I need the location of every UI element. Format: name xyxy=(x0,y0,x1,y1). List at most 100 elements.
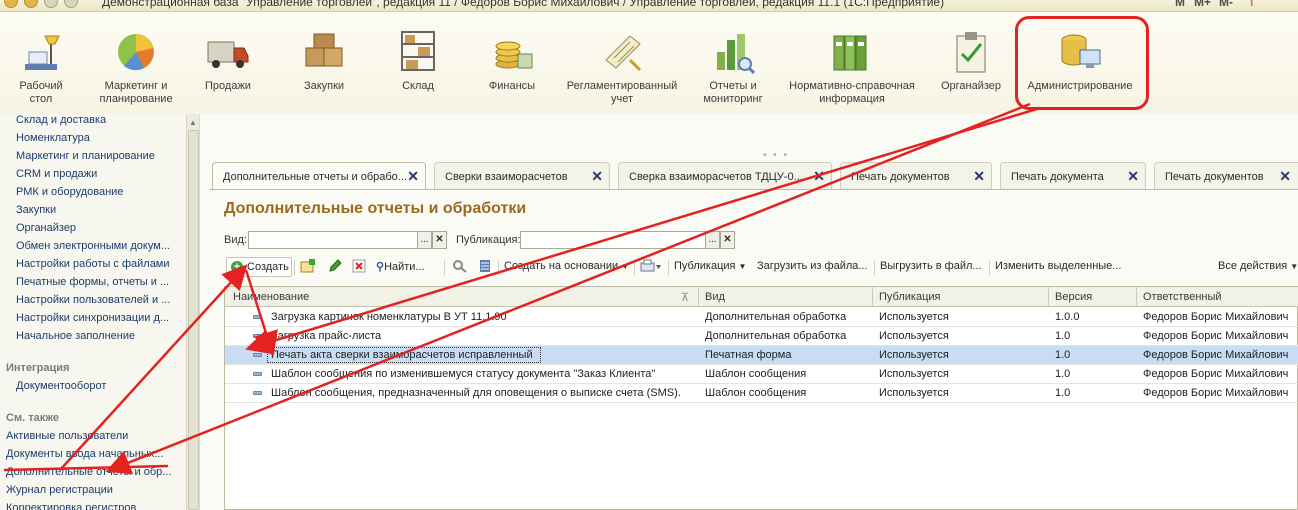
ledger-icon xyxy=(600,30,644,76)
tab-additional-reports[interactable]: Дополнительные отчеты и обрабо... ✕ xyxy=(212,162,426,190)
nav-item-crm[interactable]: CRM и продажи xyxy=(16,168,97,180)
section-regulated-accounting[interactable]: Регламентированный учет xyxy=(560,30,684,106)
see-also-register-adjustment[interactable]: Корректировка регистров xyxy=(6,502,136,510)
column-header-publication[interactable]: Публикация xyxy=(879,291,940,303)
tab-print-document[interactable]: Печать документа ✕ xyxy=(1000,162,1146,190)
filter-kind-clear-button[interactable]: ✕ xyxy=(432,231,447,249)
section-desktop[interactable]: Рабочий стол xyxy=(14,30,68,106)
nav-item-organizer[interactable]: Органайзер xyxy=(16,222,76,234)
nav-item-edi[interactable]: Обмен электронными докум... xyxy=(16,240,170,252)
close-tab-icon[interactable]: ✕ xyxy=(973,168,985,185)
filter-kind-input[interactable] xyxy=(248,231,418,249)
column-separator xyxy=(698,287,699,307)
column-header-version[interactable]: Версия xyxy=(1055,291,1092,303)
all-actions-button[interactable]: Все действия ▼ xyxy=(1218,260,1298,272)
boxes-icon xyxy=(302,30,346,76)
memory-button[interactable]: M xyxy=(1175,0,1185,9)
filter-publication-label: Публикация: xyxy=(456,234,521,246)
nav-item-file-settings[interactable]: Настройки работы с файлами xyxy=(16,258,170,270)
create-based-on-button[interactable]: Создать на основании ▼ xyxy=(504,260,629,272)
nav-item-sync-settings[interactable]: Настройки синхронизации д... xyxy=(16,312,169,324)
section-sales[interactable]: Продажи xyxy=(200,30,256,93)
left-navigation-panel: Склад и доставка Номенклатура Маркетинг … xyxy=(0,114,200,510)
item-status-icon xyxy=(253,372,262,376)
toolbar-separator xyxy=(294,260,295,275)
see-also-event-log[interactable]: Журнал регистрации xyxy=(6,484,113,496)
publication-menu-button[interactable]: Публикация ▼ xyxy=(674,260,746,272)
bar-chart-icon xyxy=(711,30,756,76)
section-organizer[interactable]: Органайзер xyxy=(936,30,1006,93)
find-button[interactable]: ⚲Найти... xyxy=(376,260,425,273)
filter-publication-select-button[interactable]: ... xyxy=(705,231,720,249)
memory-plus-button[interactable]: M+ xyxy=(1194,0,1211,9)
dropdown-icon[interactable] xyxy=(24,0,38,8)
edit-icon[interactable] xyxy=(328,259,342,276)
table-row[interactable]: Загрузка картинок номенклатуры В УТ 11.1… xyxy=(225,308,1298,327)
nav-item-docflow[interactable]: Документооборот xyxy=(16,380,106,392)
see-also-active-users[interactable]: Активные пользователи xyxy=(6,430,128,442)
splitter-handle[interactable]: • • • xyxy=(763,150,789,161)
dropdown-arrow-icon: ▼ xyxy=(738,262,747,271)
filter-publication-input[interactable] xyxy=(520,231,706,249)
section-marketing[interactable]: Маркетинг и планирование xyxy=(96,30,176,106)
see-also-initial-docs[interactable]: Документы ввода начальных... xyxy=(6,448,163,460)
filter-kind-select-button[interactable]: ... xyxy=(417,231,432,249)
column-separator xyxy=(1048,287,1049,307)
list-settings-icon[interactable] xyxy=(480,259,490,276)
nav-item-user-settings[interactable]: Настройки пользователей и ... xyxy=(16,294,170,306)
change-selected-button[interactable]: Изменить выделенные... xyxy=(995,260,1121,272)
tab-reconciliations[interactable]: Сверки взаиморасчетов ✕ xyxy=(434,162,610,190)
filter-publication-clear-button[interactable]: ✕ xyxy=(720,231,735,249)
coins-icon xyxy=(490,30,534,76)
info-icon[interactable]: i xyxy=(1250,0,1253,9)
sort-icon[interactable]: ⊼ xyxy=(681,291,689,304)
nav-item-initial-fill[interactable]: Начальное заполнение xyxy=(16,330,135,342)
section-reports[interactable]: Отчеты и мониторинг xyxy=(698,30,768,106)
left-nav-scrollbar[interactable]: ▲ xyxy=(186,114,199,510)
section-warehouse[interactable]: Склад xyxy=(390,30,446,93)
nav-item-nomenclature[interactable]: Номенклатура xyxy=(16,132,90,144)
section-finance[interactable]: Финансы xyxy=(484,30,540,93)
form-toolbar: + Создать ⚲Найти... Создать на основании… xyxy=(224,256,1298,278)
column-header-kind[interactable]: Вид xyxy=(705,291,725,303)
close-tab-icon[interactable]: ✕ xyxy=(813,168,825,185)
close-tab-icon[interactable]: ✕ xyxy=(407,168,419,185)
nav-item-print-forms[interactable]: Печатные формы, отчеты и ... xyxy=(16,276,169,288)
section-purchases[interactable]: Закупки xyxy=(296,30,352,93)
close-tab-icon[interactable]: ✕ xyxy=(1127,168,1139,185)
nav-item-marketing[interactable]: Маркетинг и планирование xyxy=(16,150,155,162)
app-menu-icon[interactable] xyxy=(4,0,18,8)
create-group-icon[interactable] xyxy=(300,259,316,276)
desk-lamp-icon xyxy=(19,30,63,76)
scrollbar-thumb[interactable] xyxy=(188,130,199,510)
load-from-file-button[interactable]: Загрузить из файла... xyxy=(757,260,868,272)
cancel-search-icon[interactable] xyxy=(452,259,468,276)
delete-mark-icon[interactable] xyxy=(352,259,366,276)
table-row[interactable]: Шаблон сообщения по изменившемуся статус… xyxy=(225,365,1298,384)
favorite-star-icon[interactable] xyxy=(64,0,78,8)
column-header-name[interactable]: Наименование xyxy=(233,291,309,303)
print-icon[interactable] xyxy=(640,259,662,276)
table-row[interactable]: Загрузка прайс-листа Дополнительная обра… xyxy=(225,327,1298,346)
create-button[interactable]: + Создать xyxy=(226,257,292,277)
memory-minus-button[interactable]: M- xyxy=(1219,0,1233,9)
tab-print-documents-1[interactable]: Печать документов ✕ xyxy=(840,162,992,190)
see-also-additional-reports[interactable]: Дополнительные отчеты и обр... xyxy=(6,466,171,478)
nav-item-purchases[interactable]: Закупки xyxy=(16,204,56,216)
tab-reconciliation-doc[interactable]: Сверка взаиморасчетов ТДЦУ-0... ✕ xyxy=(618,162,832,190)
nav-item-rmk[interactable]: РМК и оборудование xyxy=(16,186,123,198)
table-row[interactable]: Шаблон сообщения, предназначенный для оп… xyxy=(225,384,1298,403)
nav-item-warehouse-delivery[interactable]: Склад и доставка xyxy=(16,114,106,126)
back-icon[interactable] xyxy=(44,0,58,8)
scroll-up-icon[interactable]: ▲ xyxy=(189,118,197,127)
dropdown-arrow-icon: ▼ xyxy=(621,262,630,271)
toolbar-separator xyxy=(668,260,669,275)
section-reference-info[interactable]: Нормативно-справочная информация xyxy=(784,30,920,106)
close-tab-icon[interactable]: ✕ xyxy=(591,168,603,185)
toolbar-separator xyxy=(444,260,445,275)
column-header-owner[interactable]: Ответственный xyxy=(1143,291,1222,303)
table-row-selected[interactable]: Печать акта сверки взаиморасчетов исправ… xyxy=(225,346,1298,365)
close-tab-icon[interactable]: ✕ xyxy=(1279,168,1291,185)
tab-print-documents-2[interactable]: Печать документов ✕ xyxy=(1154,162,1298,190)
save-to-file-button[interactable]: Выгрузить в файл... xyxy=(880,260,982,272)
